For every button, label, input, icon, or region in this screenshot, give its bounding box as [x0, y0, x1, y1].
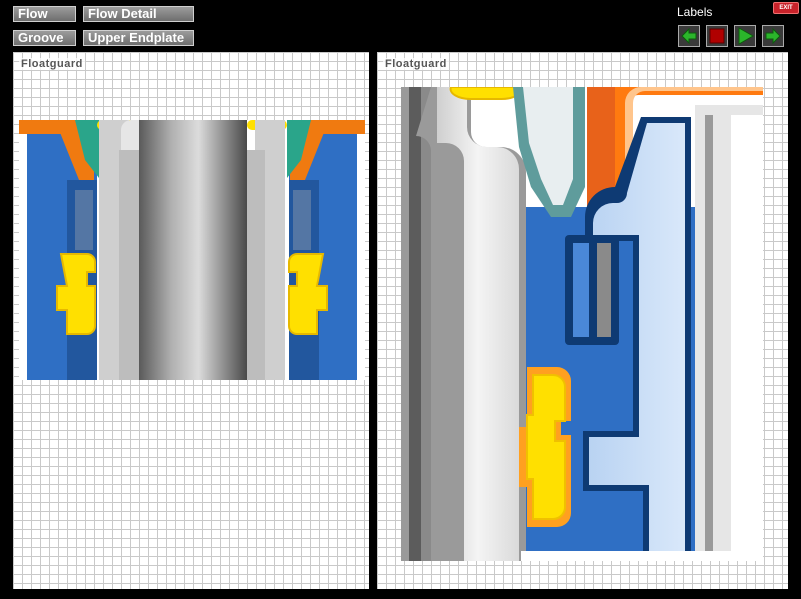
floatguard-detail-illustration	[401, 87, 763, 561]
floatguard-overview-illustration	[19, 120, 365, 380]
play-icon	[738, 27, 755, 45]
right-view-panel: Floatguard	[377, 52, 788, 589]
stop-icon	[709, 28, 725, 44]
arrow-right-icon	[765, 27, 781, 45]
flow-button[interactable]: Flow	[13, 6, 76, 22]
upper-endplate-button[interactable]: Upper Endplate	[83, 30, 194, 46]
labels-title: Labels	[677, 5, 713, 19]
right-panel-label: Floatguard	[383, 58, 449, 70]
previous-button[interactable]	[678, 25, 700, 47]
stop-button[interactable]	[706, 25, 728, 47]
left-view-panel: Floatguard	[13, 52, 369, 589]
exit-button[interactable]: EXIT	[773, 2, 799, 14]
flow-detail-button[interactable]: Flow Detail	[83, 6, 194, 22]
next-button[interactable]	[762, 25, 784, 47]
left-panel-label: Floatguard	[19, 58, 85, 70]
arrow-left-icon	[681, 27, 697, 45]
groove-button[interactable]: Groove	[13, 30, 76, 46]
play-button[interactable]	[734, 25, 756, 47]
